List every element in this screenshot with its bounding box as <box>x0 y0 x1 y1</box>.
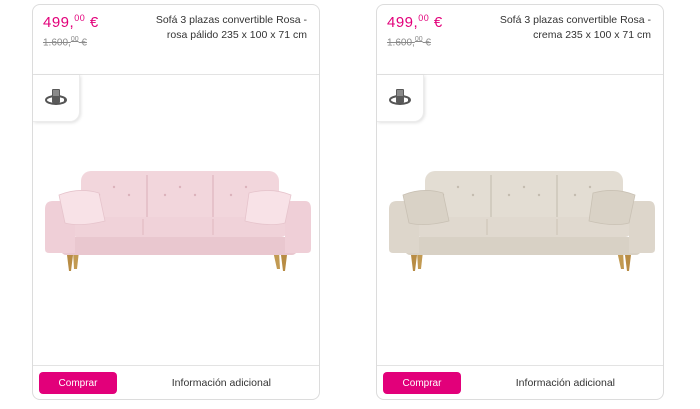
rotate-360-icon <box>389 89 411 105</box>
product-image[interactable] <box>39 165 315 275</box>
rotate-360-button[interactable] <box>33 75 80 122</box>
product-card: 499,00 € 1.600,00 € Sofá 3 plazas conver… <box>376 4 664 400</box>
product-header: 499,00 € 1.600,00 € Sofá 3 plazas conver… <box>33 5 319 75</box>
price: 499,00 € <box>387 13 443 31</box>
more-info-link[interactable]: Información adicional <box>172 377 271 389</box>
product-footer: Comprar Información adicional <box>377 365 663 399</box>
price: 499,00 € <box>43 13 99 31</box>
rotate-360-icon <box>45 89 67 105</box>
product-title[interactable]: Sofá 3 plazas convertible Rosa - crema 2… <box>481 13 651 43</box>
old-price: 1.600,00 € <box>43 36 87 49</box>
product-footer: Comprar Información adicional <box>33 365 319 399</box>
more-info-link[interactable]: Información adicional <box>516 377 615 389</box>
product-image[interactable] <box>383 165 659 275</box>
product-card: 499,00 € 1.600,00 € Sofá 3 plazas conver… <box>32 4 320 400</box>
buy-button[interactable]: Comprar <box>383 372 461 394</box>
old-price: 1.600,00 € <box>387 36 431 49</box>
product-title[interactable]: Sofá 3 plazas convertible Rosa - rosa pá… <box>137 13 307 43</box>
rotate-360-button[interactable] <box>377 75 424 122</box>
product-header: 499,00 € 1.600,00 € Sofá 3 plazas conver… <box>377 5 663 75</box>
buy-button[interactable]: Comprar <box>39 372 117 394</box>
